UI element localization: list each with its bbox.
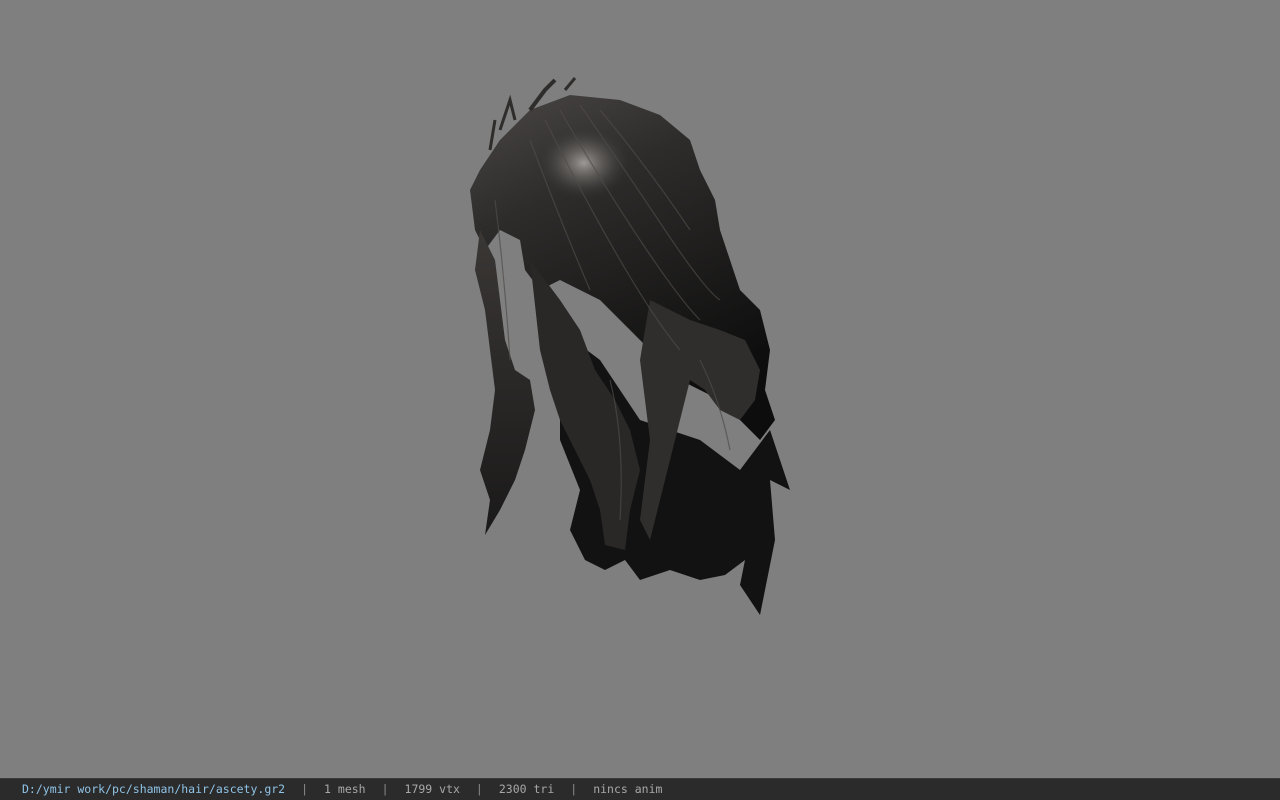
hair-shine [525, 130, 665, 240]
file-path: D:/ymir work/pc/shaman/hair/ascety.gr2 [22, 782, 286, 796]
separator: | [570, 782, 578, 796]
separator: | [475, 782, 483, 796]
hair-left-lock [475, 230, 535, 535]
separator: | [381, 782, 389, 796]
mesh-count: 1 mesh [324, 782, 366, 796]
3d-viewport[interactable] [0, 0, 1280, 778]
animation-status: nincs anim [593, 782, 663, 796]
separator: | [301, 782, 309, 796]
status-bar: D:/ymir work/pc/shaman/hair/ascety.gr2 | 1… [0, 778, 1280, 800]
vertex-count: 1799 vtx [404, 782, 460, 796]
triangle-count: 2300 tri [498, 782, 555, 796]
hair-model [470, 77, 790, 615]
hair-flyaway-2 [498, 94, 517, 131]
hair-flyaway-3 [488, 119, 497, 151]
hair-flyaway-4 [563, 77, 577, 91]
